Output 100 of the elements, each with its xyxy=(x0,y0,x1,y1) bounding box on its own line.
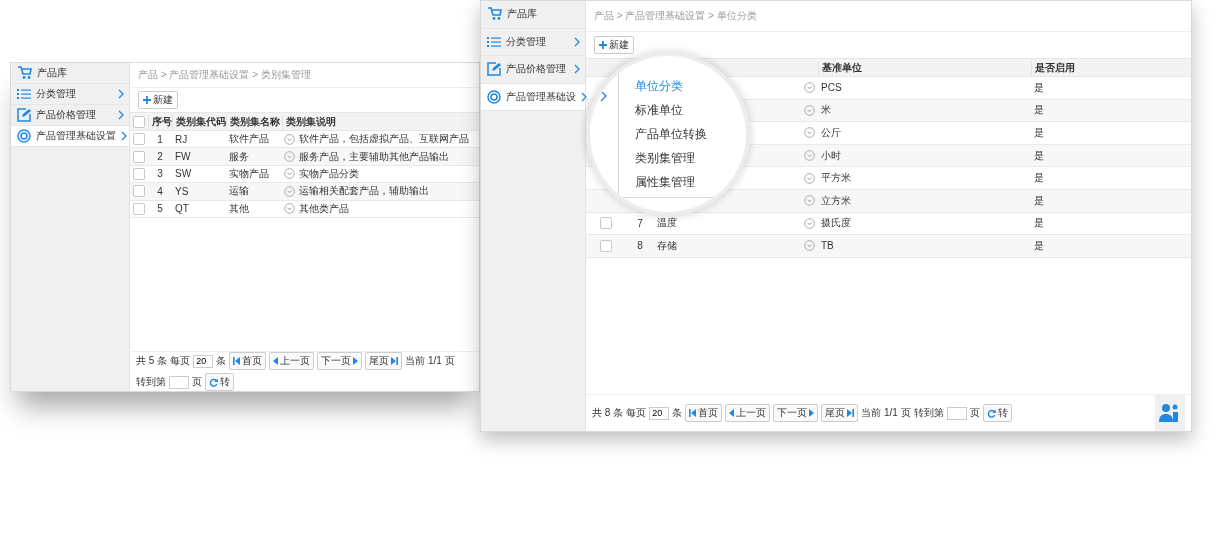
page-field[interactable]: 20 xyxy=(649,406,670,420)
checkbox[interactable] xyxy=(133,202,145,215)
table-cell-text: 实物产品分类 xyxy=(298,166,360,181)
sidebar-item[interactable]: 产品管理基础设置 xyxy=(11,126,129,147)
chevron-circle-icon[interactable] xyxy=(283,133,295,145)
refresh-icon xyxy=(209,377,218,387)
pager-button[interactable]: 尾页 xyxy=(365,352,403,370)
table-cell-text: 服务产品，主要辅助其他产品输出 xyxy=(298,149,450,164)
table-cell-text: 小时 xyxy=(820,148,842,163)
pager-button[interactable]: 转 xyxy=(205,373,234,391)
new-button[interactable]: 新建 xyxy=(138,91,178,109)
sidebar-item[interactable]: 产品价格管理 xyxy=(11,105,129,126)
pager-text: 当前 1/1 页 xyxy=(861,406,911,420)
edit-icon xyxy=(17,108,31,122)
page-field[interactable]: 20 xyxy=(193,354,214,368)
table-cell-text: 是 xyxy=(1033,193,1045,208)
column-header: 基准单位 xyxy=(818,60,1031,75)
next-icon xyxy=(353,357,359,365)
first-page-icon xyxy=(233,357,241,365)
column-header: 类别集名称 xyxy=(226,114,282,129)
pager-button[interactable]: 上一页 xyxy=(725,404,771,422)
menu-item[interactable]: 类别集管理 xyxy=(635,149,695,168)
pager-button[interactable]: 首页 xyxy=(685,404,723,422)
table-cell-text: FW xyxy=(174,151,192,163)
menu-item[interactable]: 属性集管理 xyxy=(635,173,695,192)
chevron-circle-icon[interactable] xyxy=(804,240,815,252)
menu-item[interactable]: 产品单位转换 xyxy=(635,125,707,144)
pager-button[interactable]: 下一页 xyxy=(317,352,363,370)
checkbox[interactable] xyxy=(133,133,145,146)
page-field[interactable] xyxy=(169,375,189,389)
checkbox[interactable] xyxy=(600,239,612,252)
pager-button[interactable]: 上一页 xyxy=(269,352,315,370)
pager-button[interactable]: 首页 xyxy=(229,352,267,370)
chevron-circle-icon[interactable] xyxy=(283,168,295,180)
table-cell-text: QT xyxy=(174,203,190,215)
chevron-circle-icon[interactable] xyxy=(804,172,815,184)
chevron-circle-icon[interactable] xyxy=(804,150,815,162)
chevron-circle-icon[interactable] xyxy=(804,217,815,229)
checkbox[interactable] xyxy=(133,115,145,128)
pager-text: 条 xyxy=(672,406,683,420)
contacts-icon[interactable] xyxy=(1155,395,1185,431)
column-header: 序号 xyxy=(148,114,172,129)
refresh-icon xyxy=(986,408,996,418)
next-icon xyxy=(809,409,815,417)
list-icon xyxy=(17,88,31,100)
pager-text: 转到第 xyxy=(913,406,944,420)
plus-icon xyxy=(143,96,151,104)
table-cell-text: YS xyxy=(174,185,190,197)
table-cell-text: PCS xyxy=(820,82,843,94)
chevron-circle-icon[interactable] xyxy=(804,104,815,116)
pager-button[interactable]: 下一页 xyxy=(773,404,819,422)
table-cell-text: 软件产品 xyxy=(228,132,270,147)
column-header: 是否启用 xyxy=(1031,60,1191,75)
table-cell-text: 公斤 xyxy=(820,126,842,140)
list-icon xyxy=(487,35,501,48)
table-cell-text: 8 xyxy=(636,240,644,252)
chevron-circle-icon[interactable] xyxy=(804,82,815,94)
pager-text: 条 xyxy=(216,354,227,368)
checkbox[interactable] xyxy=(133,150,145,163)
table-cell-text: 服务 xyxy=(228,149,250,164)
table-cell-text: RJ xyxy=(174,133,189,145)
chevron-circle-icon[interactable] xyxy=(283,185,295,197)
table-cell-text: 其他 xyxy=(228,201,250,216)
chevron-circle-icon[interactable] xyxy=(283,151,295,163)
previous-icon xyxy=(273,357,279,365)
chevron-circle-icon[interactable] xyxy=(804,127,815,139)
checkbox[interactable] xyxy=(600,217,612,230)
last-page-icon xyxy=(847,409,855,417)
new-button[interactable]: 新建 xyxy=(594,36,634,54)
pager-button[interactable]: 尾页 xyxy=(821,404,859,422)
pager-button[interactable]: 转 xyxy=(982,404,1012,422)
table-cell-text: SW xyxy=(174,168,193,180)
checkbox[interactable] xyxy=(133,167,145,180)
table-cell-text: 平方米 xyxy=(820,171,852,186)
plus-icon xyxy=(599,41,607,49)
chevron-circle-icon[interactable] xyxy=(283,203,295,215)
table-cell-text: 米 xyxy=(820,103,832,118)
pager-text: 当前 1/1 页 xyxy=(405,354,455,368)
table-cell-text: 5 xyxy=(156,203,164,215)
edit-icon xyxy=(487,62,501,77)
table-cell-text: 是 xyxy=(1033,126,1045,140)
sidebar-item[interactable]: 产品库 xyxy=(11,63,129,84)
checkbox[interactable] xyxy=(133,185,145,198)
page-field[interactable] xyxy=(946,406,967,420)
breadcrumb: 产品 > 产品管理基础设置 > 类别集管理 xyxy=(138,68,311,82)
chevron-circle-icon[interactable] xyxy=(804,195,815,207)
table-cell-text: 2 xyxy=(156,151,164,163)
sidebar-item[interactable]: 产品管理基础设 xyxy=(481,83,585,111)
settings-icon xyxy=(17,129,31,143)
pager-text: 转到第 xyxy=(136,375,166,389)
cart-icon xyxy=(487,7,502,22)
table-cell-text: 实物产品 xyxy=(228,166,270,181)
menu-item[interactable]: 单位分类 xyxy=(635,77,683,96)
table-cell-text: 摄氏度 xyxy=(820,216,852,231)
pager-text: 页 xyxy=(969,406,980,420)
pager-text: 每页 xyxy=(626,406,647,420)
menu-item[interactable]: 标准单位 xyxy=(635,101,683,120)
table-cell-text: 是 xyxy=(1033,103,1045,118)
table-cell-text: TB xyxy=(820,240,835,252)
table-cell-text: 是 xyxy=(1033,238,1045,253)
